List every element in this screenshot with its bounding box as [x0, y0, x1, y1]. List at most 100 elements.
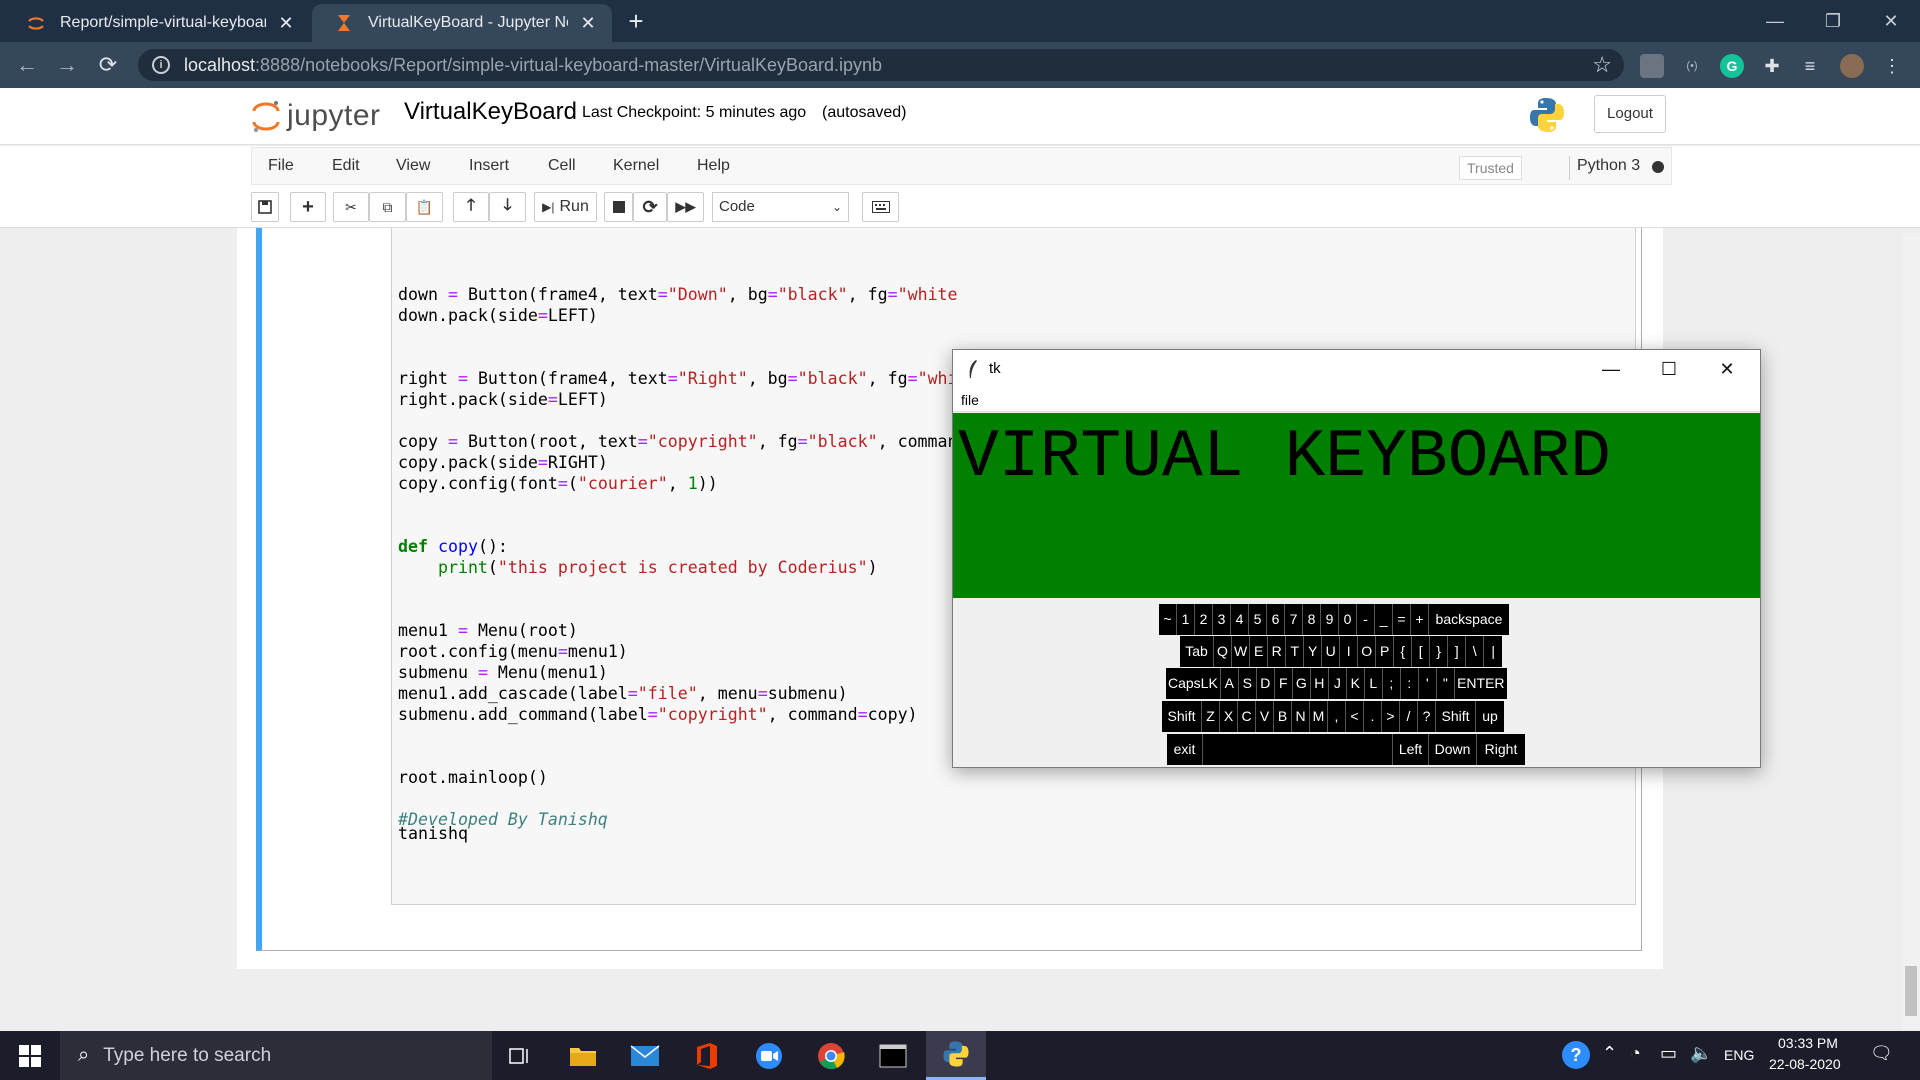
key-e[interactable]: E: [1250, 636, 1269, 667]
key-r[interactable]: R: [1268, 636, 1287, 667]
key-tab[interactable]: Tab: [1180, 636, 1214, 667]
key-y[interactable]: Y: [1304, 636, 1323, 667]
key-down[interactable]: Down: [1429, 734, 1477, 765]
page-scrollbar[interactable]: [1902, 233, 1920, 1029]
menu-view[interactable]: View: [396, 157, 430, 175]
key-symbol[interactable]: ;: [1382, 668, 1401, 699]
trusted-indicator[interactable]: Trusted: [1459, 156, 1522, 180]
chevron-up-icon[interactable]: ⌃: [1602, 1043, 1617, 1064]
key-1[interactable]: 1: [1177, 604, 1195, 635]
task-view-icon[interactable]: [490, 1031, 550, 1080]
kernel-name[interactable]: Python 3: [1577, 157, 1640, 175]
key-m[interactable]: M: [1310, 701, 1328, 732]
logout-button[interactable]: Logout: [1594, 95, 1666, 133]
file-explorer-icon[interactable]: [553, 1031, 613, 1080]
cut-icon[interactable]: ✂: [333, 192, 369, 222]
key-exit[interactable]: exit: [1167, 734, 1203, 765]
key-symbol[interactable]: -: [1357, 604, 1375, 635]
key-capslk[interactable]: CapsLK: [1166, 668, 1221, 699]
new-tab-button[interactable]: +: [622, 8, 650, 36]
extension-screen-icon[interactable]: [1640, 54, 1664, 78]
move-down-icon[interactable]: 🡓: [489, 192, 526, 222]
key-t[interactable]: T: [1286, 636, 1305, 667]
notebook-title[interactable]: VirtualKeyBoard: [404, 98, 577, 126]
chrome-icon[interactable]: [801, 1031, 861, 1080]
menu-insert[interactable]: Insert: [469, 157, 509, 175]
key-u[interactable]: U: [1322, 636, 1341, 667]
key-l[interactable]: L: [1364, 668, 1383, 699]
key-symbol[interactable]: ]: [1448, 636, 1467, 667]
grammarly-icon[interactable]: G: [1720, 54, 1744, 78]
restore-icon[interactable]: ❐: [1810, 6, 1856, 36]
extensions-puzzle-icon[interactable]: ✚: [1760, 54, 1784, 78]
key-symbol[interactable]: ~: [1159, 604, 1177, 635]
move-up-icon[interactable]: 🡑: [453, 192, 489, 222]
zoom-icon[interactable]: [739, 1031, 799, 1080]
key-shift[interactable]: Shift: [1162, 701, 1202, 732]
taskbar-search-input[interactable]: ⌕ Type here to search: [60, 1031, 492, 1080]
key-x[interactable]: X: [1220, 701, 1238, 732]
help-icon[interactable]: ?: [1562, 1041, 1590, 1069]
cell-type-select[interactable]: Code ⌄: [712, 192, 849, 222]
menu-kernel[interactable]: Kernel: [613, 157, 659, 175]
key-s[interactable]: S: [1238, 668, 1257, 699]
tab-close-icon[interactable]: ✕: [578, 13, 598, 34]
key-symbol[interactable]: .: [1364, 701, 1382, 732]
restart-icon[interactable]: ⟳: [633, 192, 667, 222]
key-symbol[interactable]: =: [1393, 604, 1411, 635]
key-q[interactable]: Q: [1214, 636, 1232, 667]
paste-icon[interactable]: 📋: [406, 192, 443, 222]
browser-tab-report[interactable]: Report/simple-virtual-keyboard/ ✕: [4, 4, 310, 42]
key-w[interactable]: W: [1232, 636, 1251, 667]
back-arrow-icon[interactable]: ←: [14, 52, 40, 78]
key-3[interactable]: 3: [1213, 604, 1231, 635]
menu-edit[interactable]: Edit: [332, 157, 360, 175]
key-i[interactable]: I: [1340, 636, 1359, 667]
tk-close-icon[interactable]: ✕: [1704, 354, 1750, 384]
key-n[interactable]: N: [1292, 701, 1310, 732]
key-symbol[interactable]: ,: [1328, 701, 1346, 732]
key-f[interactable]: F: [1274, 668, 1293, 699]
key-6[interactable]: 6: [1267, 604, 1285, 635]
terminal-icon[interactable]: [863, 1031, 923, 1080]
battery-icon[interactable]: ▭: [1660, 1043, 1677, 1064]
key-v[interactable]: V: [1256, 701, 1274, 732]
clock-date[interactable]: 22-08-2020: [1769, 1056, 1841, 1072]
key-4[interactable]: 4: [1231, 604, 1249, 635]
office-icon[interactable]: [677, 1031, 737, 1080]
key-up[interactable]: up: [1476, 701, 1504, 732]
key-right[interactable]: Right: [1477, 734, 1525, 765]
key-2[interactable]: 2: [1195, 604, 1213, 635]
key-h[interactable]: H: [1310, 668, 1329, 699]
tk-maximize-icon[interactable]: ☐: [1646, 354, 1692, 384]
key-g[interactable]: G: [1292, 668, 1311, 699]
extension-radio-icon[interactable]: (•): [1680, 54, 1704, 78]
menu-help[interactable]: Help: [697, 157, 730, 175]
key-symbol[interactable]: /: [1400, 701, 1418, 732]
key-space[interactable]: [1203, 734, 1393, 765]
key-shift[interactable]: Shift: [1436, 701, 1476, 732]
key-symbol[interactable]: [: [1412, 636, 1431, 667]
stop-icon[interactable]: [604, 192, 633, 222]
tk-titlebar[interactable]: tk — ☐ ✕: [953, 350, 1760, 388]
restart-run-all-icon[interactable]: ▶▶: [667, 192, 704, 222]
key-symbol[interactable]: {: [1394, 636, 1413, 667]
menu-file[interactable]: File: [268, 157, 294, 175]
key-j[interactable]: J: [1328, 668, 1347, 699]
keyboard-shortcuts-icon[interactable]: [862, 192, 899, 222]
key-7[interactable]: 7: [1285, 604, 1303, 635]
jupyter-logo[interactable]: jupyter: [251, 98, 381, 134]
key-enter[interactable]: ENTER: [1454, 668, 1507, 699]
key-symbol[interactable]: _: [1375, 604, 1393, 635]
wifi-icon[interactable]: ◔: [1630, 1043, 1641, 1064]
python-app-icon[interactable]: [926, 1031, 986, 1080]
key-symbol[interactable]: >: [1382, 701, 1400, 732]
key-p[interactable]: P: [1376, 636, 1395, 667]
language-indicator[interactable]: ENG: [1724, 1047, 1754, 1063]
scrollbar-thumb[interactable]: [1905, 966, 1917, 1016]
key-symbol[interactable]: ?: [1418, 701, 1436, 732]
key-8[interactable]: 8: [1303, 604, 1321, 635]
key-symbol[interactable]: }: [1430, 636, 1449, 667]
key-c[interactable]: C: [1238, 701, 1256, 732]
url-input[interactable]: i localhost:8888/notebooks/Report/simple…: [138, 49, 1624, 81]
